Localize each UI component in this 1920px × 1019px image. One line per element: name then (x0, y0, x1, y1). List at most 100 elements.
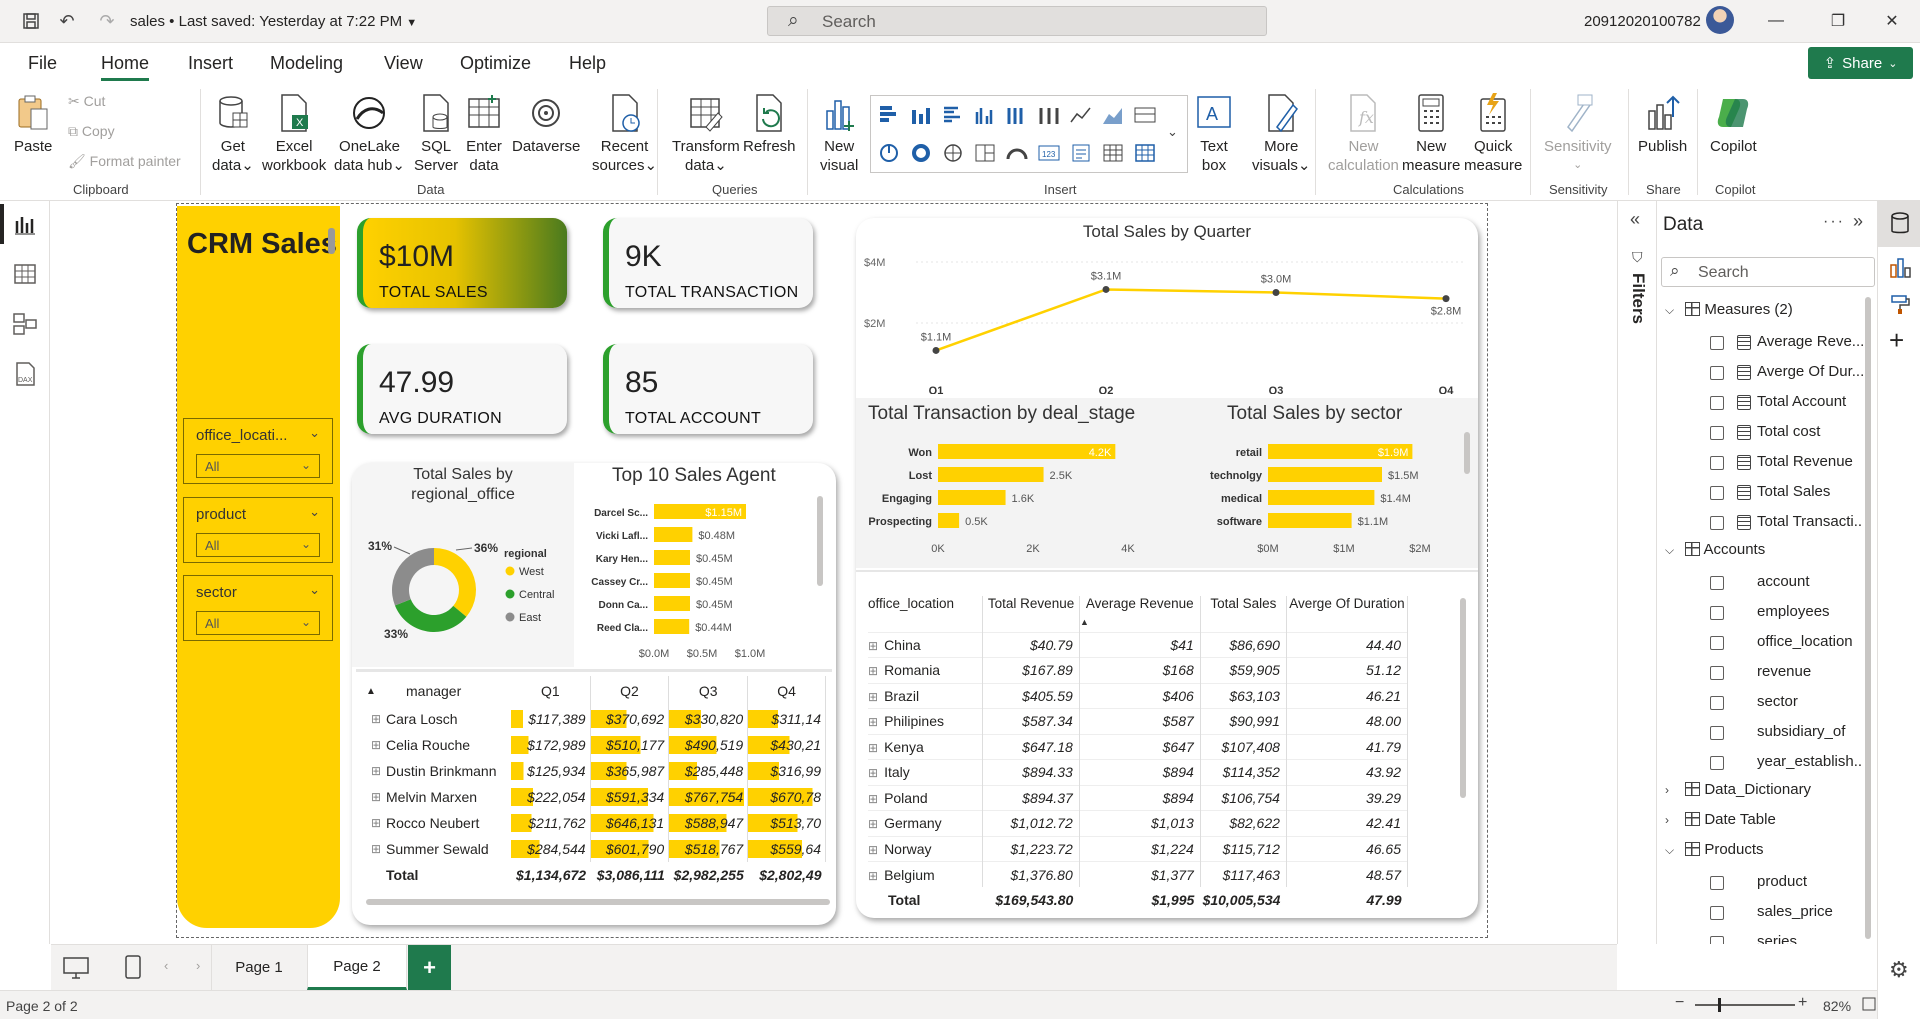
excel-workbook-button[interactable]: X Excel workbook (262, 93, 326, 175)
card-icon[interactable]: 123 (1037, 142, 1061, 164)
clustered-column-icon[interactable] (973, 104, 997, 126)
menu-file[interactable]: File (28, 53, 57, 74)
restore-icon[interactable]: ❐ (1818, 6, 1858, 36)
expand-icon[interactable]: ⊞ (868, 817, 878, 831)
field-checkbox[interactable] (1710, 756, 1724, 770)
share-button[interactable]: ⇪ Share ⌄ (1808, 47, 1913, 79)
field-checkbox[interactable] (1710, 456, 1724, 470)
field-item[interactable]: sector (1757, 693, 1798, 710)
transform-data-button[interactable]: Transform data⌄ (672, 93, 740, 175)
field-item[interactable]: product (1757, 873, 1807, 890)
format-painter-button[interactable]: 🖌 Format painter (68, 153, 181, 170)
expand-icon[interactable]: ⊞ (366, 732, 386, 758)
enter-data-button[interactable]: Enter data (466, 93, 502, 175)
chevron-down-icon[interactable]: ⌄ (309, 582, 320, 598)
refresh-button[interactable]: Refresh (743, 93, 796, 156)
collapse-right-icon[interactable]: » (1853, 211, 1863, 232)
table-row[interactable]: ⊞ Italy $894.33 $894 $114,352 43.92 (868, 759, 1409, 785)
map-icon[interactable] (941, 142, 965, 164)
line-chart-icon[interactable] (1069, 104, 1093, 126)
field-item[interactable]: year_establish... (1757, 753, 1863, 770)
measure-item[interactable]: Average Reve... (1757, 333, 1863, 350)
kpi-card-total-transaction[interactable]: 9K TOTAL TRANSACTION (603, 218, 813, 308)
expand-icon[interactable]: ⊞ (868, 843, 878, 857)
stacked-bar-icon[interactable] (877, 104, 901, 126)
chevron-down-icon[interactable]: ⌵ (1665, 303, 1681, 318)
redo-icon[interactable]: ↷ (94, 8, 120, 34)
field-checkbox[interactable] (1710, 636, 1724, 650)
new-visual-button[interactable]: New visual (820, 93, 858, 175)
table-group-0[interactable]: ⌵ Measures (2) (1665, 301, 1793, 318)
field-checkbox[interactable] (1710, 516, 1724, 530)
expand-icon[interactable]: ⊞ (868, 869, 878, 883)
table-visual-icon[interactable] (1101, 142, 1125, 164)
table-row[interactable]: ⊞ Melvin Marxen $222,054 $591,334 $767,754 $6… (366, 784, 826, 810)
more-options-icon[interactable]: ··· (1823, 213, 1845, 231)
column-header[interactable]: Averge Of Duration (1286, 596, 1409, 632)
ribbon-chart-icon[interactable] (1133, 104, 1157, 126)
gallery-expand-icon[interactable]: ⌄ (1167, 124, 1178, 140)
table-group-18[interactable]: ⌵ Products (1665, 841, 1764, 858)
pie-chart-icon[interactable] (877, 142, 901, 164)
chevron-down-icon[interactable]: ⌵ (1665, 543, 1681, 558)
onelake-data-hub-button[interactable]: OneLake data hub⌄ (334, 93, 405, 175)
collapse-left-icon[interactable]: « (1630, 209, 1640, 230)
expand-icon[interactable]: ⊞ (366, 810, 386, 836)
new-measure-button[interactable]: New measure (1402, 93, 1460, 175)
avatar[interactable] (1706, 6, 1734, 34)
report-view-icon[interactable] (12, 211, 38, 237)
get-data-button[interactable]: Get data⌄ (212, 93, 254, 175)
expand-icon[interactable]: ⊞ (366, 836, 386, 862)
kpi-card-total-account[interactable]: 85 TOTAL ACCOUNT (603, 344, 813, 434)
scroll-pages-right-icon[interactable]: › (196, 958, 200, 973)
column-header[interactable]: manager (386, 676, 511, 706)
column-header[interactable]: Q1 (511, 676, 591, 706)
text-box-button[interactable]: A Text box (1196, 93, 1232, 175)
paste-button[interactable]: Paste (14, 93, 52, 156)
slicer-product[interactable]: product ⌄ All ⌄ (183, 497, 333, 563)
chevron-down-icon[interactable]: ⌄ (309, 425, 320, 441)
sort-asc-icon[interactable]: ▲ (1080, 617, 1089, 627)
sort-desc-icon[interactable]: ▲ (366, 676, 386, 706)
slicer-dropdown[interactable]: All ⌄ (196, 533, 320, 557)
model-view-icon[interactable] (12, 311, 38, 337)
menu-modeling[interactable]: Modeling (270, 53, 343, 74)
data-search-input[interactable]: ⌕ Search (1661, 257, 1875, 287)
office-location-table[interactable]: office_location Total Revenue Average Reve… (868, 596, 1409, 913)
stacked-column-icon[interactable] (909, 104, 933, 126)
column-header[interactable]: Q3 (668, 676, 749, 706)
slicer-dropdown[interactable]: All ⌄ (196, 454, 320, 478)
quick-measure-button[interactable]: Quick measure (1464, 93, 1522, 175)
field-checkbox[interactable] (1710, 396, 1724, 410)
chevron-down-icon[interactable]: ⌄ (309, 504, 320, 520)
add-page-button[interactable]: + (408, 945, 451, 990)
measure-item[interactable]: Total Transacti... (1757, 513, 1863, 530)
multi-row-card-icon[interactable] (1069, 142, 1093, 164)
agent-bar-chart[interactable]: Darcel Sc... $1.15M Vicki Lafl... $0.48M Kar… (578, 492, 823, 664)
field-item[interactable]: employees (1757, 603, 1830, 620)
menu-insert[interactable]: Insert (188, 53, 233, 74)
slicer-office-location[interactable]: office_locati... ⌄ All ⌄ (183, 418, 333, 484)
table-view-icon[interactable] (12, 261, 38, 287)
field-item[interactable]: account (1757, 573, 1810, 590)
sidebar-scrollbar[interactable] (328, 228, 335, 254)
field-checkbox[interactable] (1710, 726, 1724, 740)
treemap-icon[interactable] (973, 142, 997, 164)
settings-gear-icon[interactable]: ⚙ (1889, 957, 1909, 983)
zoom-slider[interactable] (1695, 1004, 1795, 1006)
table-group-17[interactable]: › Date Table (1665, 811, 1776, 828)
zoom-slider-thumb[interactable] (1718, 998, 1721, 1012)
format-paint-icon[interactable] (1889, 293, 1911, 315)
menu-view[interactable]: View (384, 53, 423, 74)
expand-icon[interactable]: ⊞ (868, 766, 878, 780)
add-pane-icon[interactable]: + (1889, 325, 1904, 356)
column-header[interactable]: Average Revenue (1079, 596, 1201, 632)
window-title[interactable]: sales • Last saved: Yesterday at 7:22 PM… (130, 13, 417, 30)
table-row[interactable]: ⊞ Celia Rouche $172,989 $510,177 $490,519 $43… (366, 732, 826, 758)
matrix-hscrollbar[interactable] (366, 899, 830, 905)
measure-item[interactable]: Total Revenue (1757, 453, 1853, 470)
cut-button[interactable]: ✂ Cut (68, 93, 105, 110)
sector-bar-chart[interactable]: retail $1.9M technolgy $1.5M medical $1.4M sof… (1196, 430, 1446, 560)
field-item[interactable]: series (1757, 933, 1797, 944)
chevron-right-icon[interactable]: › (1665, 783, 1681, 797)
